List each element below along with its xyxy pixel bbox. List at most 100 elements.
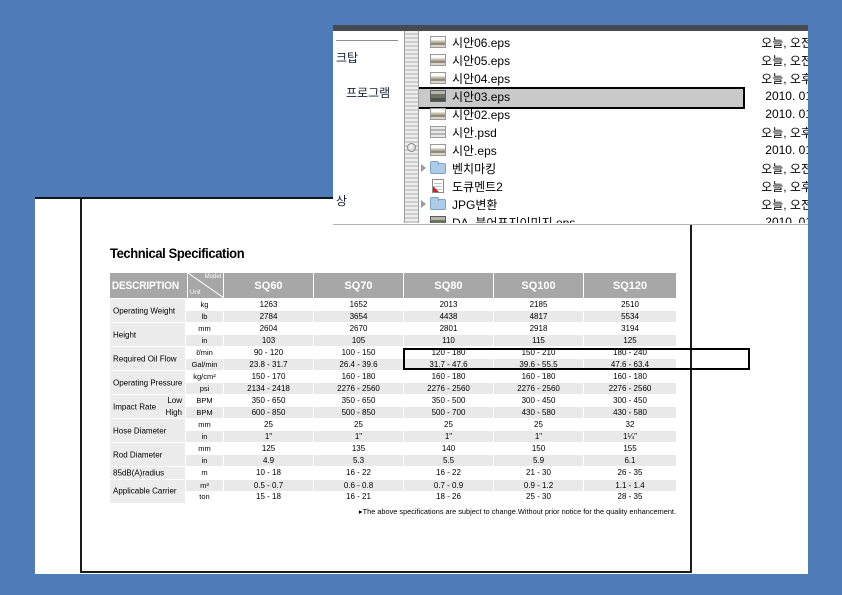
group-label-text: 85dB(A)radius bbox=[113, 468, 164, 477]
file-row[interactable]: 시안.eps2010. 01 bbox=[419, 141, 808, 159]
disclosure-triangle-icon[interactable] bbox=[421, 200, 426, 208]
value-cell-sq80: 2276 - 2560 bbox=[403, 383, 493, 395]
value-cell-sq120: 2510 bbox=[583, 299, 676, 311]
value-cell-sq80: 140 bbox=[403, 443, 493, 455]
unit-cell: mm bbox=[185, 419, 223, 431]
table-row: in4.95.35.55.96.1 bbox=[185, 455, 676, 467]
file-date: 오늘, 오후 bbox=[761, 124, 808, 141]
sidebar-item-1[interactable]: 프로그램 bbox=[346, 84, 390, 101]
file-date: 오늘, 오전 bbox=[761, 52, 808, 69]
file-row[interactable]: 시안02.eps2010. 01 bbox=[419, 105, 808, 123]
value-cell-sq80: 0.7 - 0.9 bbox=[403, 480, 493, 492]
group-label-text: Height bbox=[113, 330, 136, 339]
file-row[interactable]: JPG변환오늘, 오전 bbox=[419, 195, 808, 213]
value-cell-sq100: 1" bbox=[493, 431, 583, 443]
spec-table-body: Operating Weightkg12631652201321852510lb… bbox=[110, 299, 676, 503]
disclosure-triangle-icon[interactable] bbox=[421, 164, 426, 172]
model-header-sq80: SQ80 bbox=[403, 273, 493, 298]
sidebar: 크탑프로그램상 bbox=[333, 31, 404, 223]
file-date: 오늘, 오전 bbox=[761, 196, 808, 213]
corner-model-label: Model bbox=[205, 274, 221, 280]
value-cell-sq120: 160 - 180 bbox=[583, 371, 676, 383]
file-row[interactable]: DA_북어표지이미지.eps2010. 01 bbox=[419, 213, 808, 223]
value-cell-sq70: 1" bbox=[313, 431, 403, 443]
table-row: kg/cm²150 - 170160 - 180160 - 180160 - 1… bbox=[185, 371, 676, 383]
unit-cell: BPM bbox=[185, 407, 223, 419]
table-row: mm2525252532 bbox=[185, 419, 676, 431]
file-row[interactable]: 시안04.eps오늘, 오후 bbox=[419, 69, 808, 87]
value-cell-sq100: 21 - 30 bbox=[493, 467, 583, 479]
group-label-cell: Required Oil Flow bbox=[110, 347, 185, 370]
value-cell-sq60: 25 bbox=[223, 419, 313, 431]
file-row[interactable]: 시안06.eps오늘, 오전 bbox=[419, 33, 808, 51]
table-row: lb27843654443848175534 bbox=[185, 311, 676, 323]
file-date: 오늘, 오전 bbox=[761, 34, 808, 51]
value-cell-sq60: 600 - 850 bbox=[223, 407, 313, 419]
file-name: DA_북어표지이미지.eps bbox=[452, 214, 575, 224]
spec-group: Operating Pressurekg/cm²150 - 170160 - 1… bbox=[110, 371, 676, 394]
file-row[interactable]: 시안05.eps오늘, 오전 bbox=[419, 51, 808, 69]
spec-group: Hose Diametermm2525252532in1"1"1"1"1¼" bbox=[110, 419, 676, 442]
value-cell-sq100: 160 - 180 bbox=[493, 371, 583, 383]
value-cell-sq70: 135 bbox=[313, 443, 403, 455]
group-label-cell: Hose Diameter bbox=[110, 419, 185, 442]
value-cell-sq100: 0.9 - 1.2 bbox=[493, 480, 583, 492]
file-row[interactable]: 시안03.eps2010. 01 bbox=[419, 87, 808, 105]
sidebar-scrollbar[interactable] bbox=[404, 31, 419, 223]
group-label-cell: Impact RateLowHigh bbox=[110, 395, 185, 418]
value-cell-sq60: 150 - 170 bbox=[223, 371, 313, 383]
file-row[interactable]: 벤치마킹오늘, 오전 bbox=[419, 159, 808, 177]
description-header-cell: DESCRIPTION Model Unit bbox=[110, 273, 223, 298]
group-label-text: Applicable Carrier bbox=[113, 487, 177, 496]
group-label-text: Hose Diameter bbox=[113, 426, 166, 435]
value-cell-sq80: 2013 bbox=[403, 299, 493, 311]
file-name: 시안.eps bbox=[452, 142, 497, 159]
table-row: m10 - 1816 - 2216 - 2221 - 3026 - 35 bbox=[185, 467, 676, 479]
page-frame-right-line bbox=[690, 199, 692, 573]
value-cell-sq100: 2918 bbox=[493, 323, 583, 335]
value-cell-sq60: 90 - 120 bbox=[223, 347, 313, 359]
document-icon bbox=[432, 179, 444, 193]
value-cell-sq120: 2276 - 2560 bbox=[583, 383, 676, 395]
file-name: 도큐멘트2 bbox=[452, 178, 503, 195]
value-cell-sq120: 5534 bbox=[583, 311, 676, 323]
spec-table: DESCRIPTION Model Unit SQ60SQ70SQ80SQ100… bbox=[110, 273, 676, 504]
value-cell-sq100: 25 - 30 bbox=[493, 491, 583, 503]
file-name: 시안02.eps bbox=[452, 106, 510, 123]
sidebar-item-2[interactable]: 상 bbox=[336, 192, 347, 209]
value-cell-sq120: 430 - 580 bbox=[583, 407, 676, 419]
table-row: BPM600 - 850500 - 850500 - 700430 - 5804… bbox=[185, 407, 676, 419]
value-cell-sq70: 16 - 21 bbox=[313, 491, 403, 503]
value-cell-sq60: 2604 bbox=[223, 323, 313, 335]
value-cell-sq70: 100 - 150 bbox=[313, 347, 403, 359]
group-rows: m10 - 1816 - 2216 - 2221 - 3026 - 35 bbox=[185, 467, 676, 479]
file-row[interactable]: 시안.psd오늘, 오후 bbox=[419, 123, 808, 141]
value-cell-sq70: 2276 - 2560 bbox=[313, 383, 403, 395]
value-cell-sq80: 1" bbox=[403, 431, 493, 443]
group-rows: mm2525252532in1"1"1"1"1¼" bbox=[185, 419, 676, 442]
value-cell-sq60: 0.5 - 0.7 bbox=[223, 480, 313, 492]
psd-thumbnail-icon bbox=[430, 126, 446, 138]
sidebar-item-0[interactable]: 크탑 bbox=[336, 49, 358, 66]
value-cell-sq80: 2801 bbox=[403, 323, 493, 335]
file-browser-window: 크탑프로그램상 시안06.eps오늘, 오전시안05.eps오늘, 오전시안04… bbox=[333, 25, 808, 225]
eps-thumbnail-icon bbox=[430, 108, 446, 120]
value-cell-sq120: 155 bbox=[583, 443, 676, 455]
file-row[interactable]: 도큐멘트2오늘, 오후 bbox=[419, 177, 808, 195]
value-cell-sq70: 16 - 22 bbox=[313, 467, 403, 479]
scrollbar-knob[interactable] bbox=[407, 143, 416, 152]
sidebar-divider bbox=[336, 40, 398, 41]
table-row: in103105110115125 bbox=[185, 335, 676, 347]
model-header-sq70: SQ70 bbox=[313, 273, 403, 298]
corner-unit-label: Unit bbox=[190, 290, 201, 296]
unit-cell: mm bbox=[185, 323, 223, 335]
value-cell-sq120: 32 bbox=[583, 419, 676, 431]
value-cell-sq80: 4438 bbox=[403, 311, 493, 323]
folder-icon bbox=[430, 163, 446, 174]
unit-cell: mm bbox=[185, 443, 223, 455]
spec-group: Heightmm26042670280129183194in1031051101… bbox=[110, 323, 676, 346]
unit-cell: ton bbox=[185, 491, 223, 503]
value-cell-sq70: 25 bbox=[313, 419, 403, 431]
table-row: mm125135140150155 bbox=[185, 443, 676, 455]
model-header-sq120: SQ120 bbox=[583, 273, 676, 298]
